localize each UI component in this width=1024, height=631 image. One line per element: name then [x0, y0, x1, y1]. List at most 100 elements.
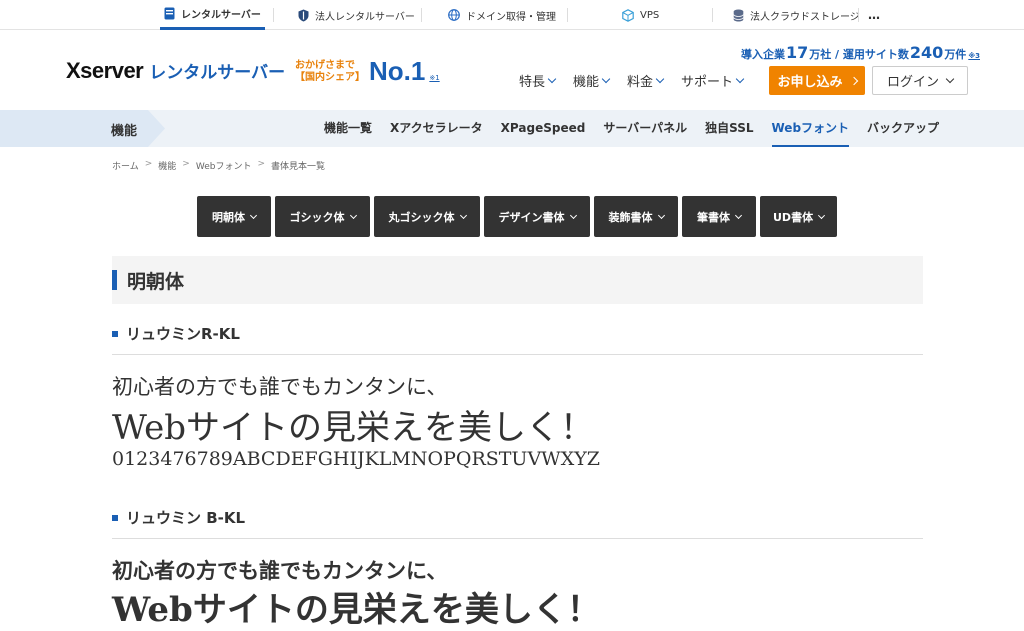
- nav-functions[interactable]: 機能: [573, 70, 611, 90]
- chevron-down-icon: [349, 211, 357, 219]
- subnav-item-function-list[interactable]: 機能一覧: [324, 110, 372, 147]
- chevron-down-icon: [657, 211, 665, 219]
- badge-footnote-link[interactable]: ※1: [429, 74, 439, 82]
- nav-label: 料金: [627, 74, 654, 90]
- topbar-tab-domain[interactable]: ドメイン取得・管理: [448, 0, 556, 30]
- tab-maru-gothic[interactable]: 丸ゴシック体: [374, 196, 480, 237]
- topbar-tab-label: 法人レンタルサーバー: [315, 11, 415, 23]
- tab-decorative[interactable]: 装飾書体: [594, 196, 678, 237]
- apply-label: お申し込み: [777, 75, 843, 90]
- more-icon: …: [868, 8, 880, 22]
- subnav-item-x-accelerator[interactable]: Xアクセラレータ: [390, 110, 483, 147]
- tab-brush[interactable]: 筆書体: [682, 196, 756, 237]
- globe-icon: [448, 9, 460, 21]
- font-sample-line-3: 0123476789ABCDEFGHIJKLMNOPQRSTUVWXYZ: [112, 448, 600, 470]
- chevron-right-icon: >: [144, 159, 153, 169]
- tab-label: 丸ゴシック体: [388, 210, 455, 224]
- market-share-badge: おかげさまで 【国内シェア】 No.1 ※1: [295, 58, 440, 84]
- tab-design[interactable]: デザイン書体: [484, 196, 590, 237]
- badge-number-one: No.1: [369, 56, 426, 86]
- breadcrumb: ホーム > 機能 > Webフォント > 書体見本一覧: [112, 159, 325, 172]
- tab-gothic[interactable]: ゴシック体: [275, 196, 370, 237]
- chevron-right-icon: [849, 76, 858, 85]
- chevron-down-icon: [734, 211, 743, 219]
- login-button[interactable]: ログイン: [872, 66, 968, 95]
- topbar-tab-label: レンタルサーバー: [181, 10, 261, 21]
- site-header: Xserver レンタルサーバー おかげさまで 【国内シェア】 No.1 ※1 …: [0, 30, 1024, 110]
- font-sample-line-1: 初心者の方でも誰でもカンタンに、: [112, 375, 448, 399]
- section-label: 機能: [111, 124, 138, 139]
- tab-mincho[interactable]: 明朝体: [197, 196, 271, 237]
- tab-label: 装飾書体: [608, 210, 653, 224]
- site-logo[interactable]: Xserver レンタルサーバー: [66, 58, 285, 84]
- breadcrumb-webfont[interactable]: Webフォント: [196, 159, 252, 172]
- subnav-item-ssl[interactable]: 独自SSL: [705, 110, 753, 147]
- chevron-right-icon: >: [257, 159, 266, 169]
- cube-icon: [622, 8, 634, 22]
- bullet-square-icon: [112, 514, 118, 521]
- server-icon: [164, 7, 175, 20]
- logo-main-text: Xserver: [66, 58, 144, 83]
- stats-text: 導入企業: [740, 48, 785, 61]
- topbar-tab-corporate-server[interactable]: 法人レンタルサーバー: [298, 0, 415, 30]
- apply-button[interactable]: お申し込み: [769, 66, 865, 95]
- breadcrumb-home[interactable]: ホーム: [112, 159, 139, 172]
- section-heading: 明朝体: [112, 256, 923, 304]
- topbar-tab-vps[interactable]: VPS: [622, 0, 659, 30]
- tab-label: デザイン書体: [498, 210, 565, 224]
- stats-footnote-link[interactable]: ※3: [968, 52, 980, 60]
- heading-accent-bar: [112, 270, 117, 290]
- font-sample-line-1: 初心者の方でも誰でもカンタンに、: [112, 558, 448, 583]
- chevron-down-icon: [945, 74, 955, 84]
- section-label-tag: 機能: [0, 110, 165, 147]
- login-label: ログイン: [886, 75, 939, 90]
- nav-support[interactable]: サポート: [681, 70, 745, 90]
- stats-companies-number: 17: [785, 43, 809, 62]
- nav-label: サポート: [681, 74, 734, 90]
- main-nav: 特長 機能 料金 サポート: [519, 70, 745, 90]
- subnav-item-backup[interactable]: バックアップ: [867, 110, 939, 147]
- topbar-tab-rental-server[interactable]: レンタルサーバー: [160, 0, 265, 30]
- topbar-tab-label: 法人クラウドストレージ: [750, 11, 860, 23]
- font-sample-line-2: Webサイトの見栄えを美しく！: [112, 408, 595, 448]
- font-name-heading: リュウミン B-KL: [112, 507, 245, 528]
- usage-stats: 導入企業 17 万社 / 運用サイト数 240 万件 ※3: [741, 43, 980, 62]
- chevron-down-icon: [818, 211, 826, 219]
- subnav-item-xpagespeed[interactable]: XPageSpeed: [501, 110, 586, 147]
- breadcrumb-functions[interactable]: 機能: [158, 159, 176, 172]
- topbar-tab-label: ドメイン取得・管理: [466, 11, 556, 23]
- database-icon: [733, 9, 744, 22]
- section-subnav: 機能 機能一覧 Xアクセラレータ XPageSpeed サーバーパネル 独自SS…: [0, 110, 1024, 147]
- chevron-down-icon: [547, 74, 557, 83]
- tab-label: 筆書体: [697, 210, 730, 224]
- badge-line-1: おかげさまで: [295, 60, 355, 71]
- logo-sub-text: レンタルサーバー: [149, 63, 286, 83]
- typeface-category-tabs: 明朝体 ゴシック体 丸ゴシック体 デザイン書体 装飾書体 筆書体 UD書体: [197, 196, 837, 237]
- stats-sites-number: 240: [909, 43, 944, 62]
- font-name: リュウミン B-KL: [126, 509, 246, 527]
- tab-label: ゴシック体: [289, 210, 345, 224]
- chevron-down-icon: [735, 74, 745, 83]
- chevron-down-icon: [601, 74, 611, 83]
- subnav-item-server-panel[interactable]: サーバーパネル: [603, 110, 687, 147]
- stats-text: 万社 / 運用サイト数: [809, 48, 909, 61]
- subnav-item-webfont[interactable]: Webフォント: [771, 110, 850, 147]
- tab-label: 明朝体: [212, 210, 245, 224]
- chevron-down-icon: [569, 211, 577, 219]
- topbar-tab-cloud-storage[interactable]: 法人クラウドストレージ: [733, 0, 860, 30]
- font-sample-line-2: Webサイトの見栄えを美しく！: [112, 590, 601, 630]
- stats-text: 万件: [944, 48, 967, 61]
- nav-pricing[interactable]: 料金: [627, 70, 665, 90]
- shield-icon: [298, 9, 309, 22]
- nav-label: 特長: [519, 74, 546, 90]
- breadcrumb-current: 書体見本一覧: [271, 162, 326, 172]
- section-title: 明朝体: [127, 271, 185, 293]
- more-services-button[interactable]: …: [868, 0, 880, 30]
- service-switcher-bar: レンタルサーバー 法人レンタルサーバー ドメイン取得・管理 VPS 法人クラウド…: [0, 0, 1024, 30]
- divider: [112, 538, 923, 539]
- chevron-down-icon: [249, 211, 258, 219]
- tab-ud[interactable]: UD書体: [760, 196, 837, 237]
- divider: [112, 354, 923, 355]
- font-name-heading: リュウミンR-KL: [112, 323, 240, 344]
- nav-features[interactable]: 特長: [519, 70, 557, 90]
